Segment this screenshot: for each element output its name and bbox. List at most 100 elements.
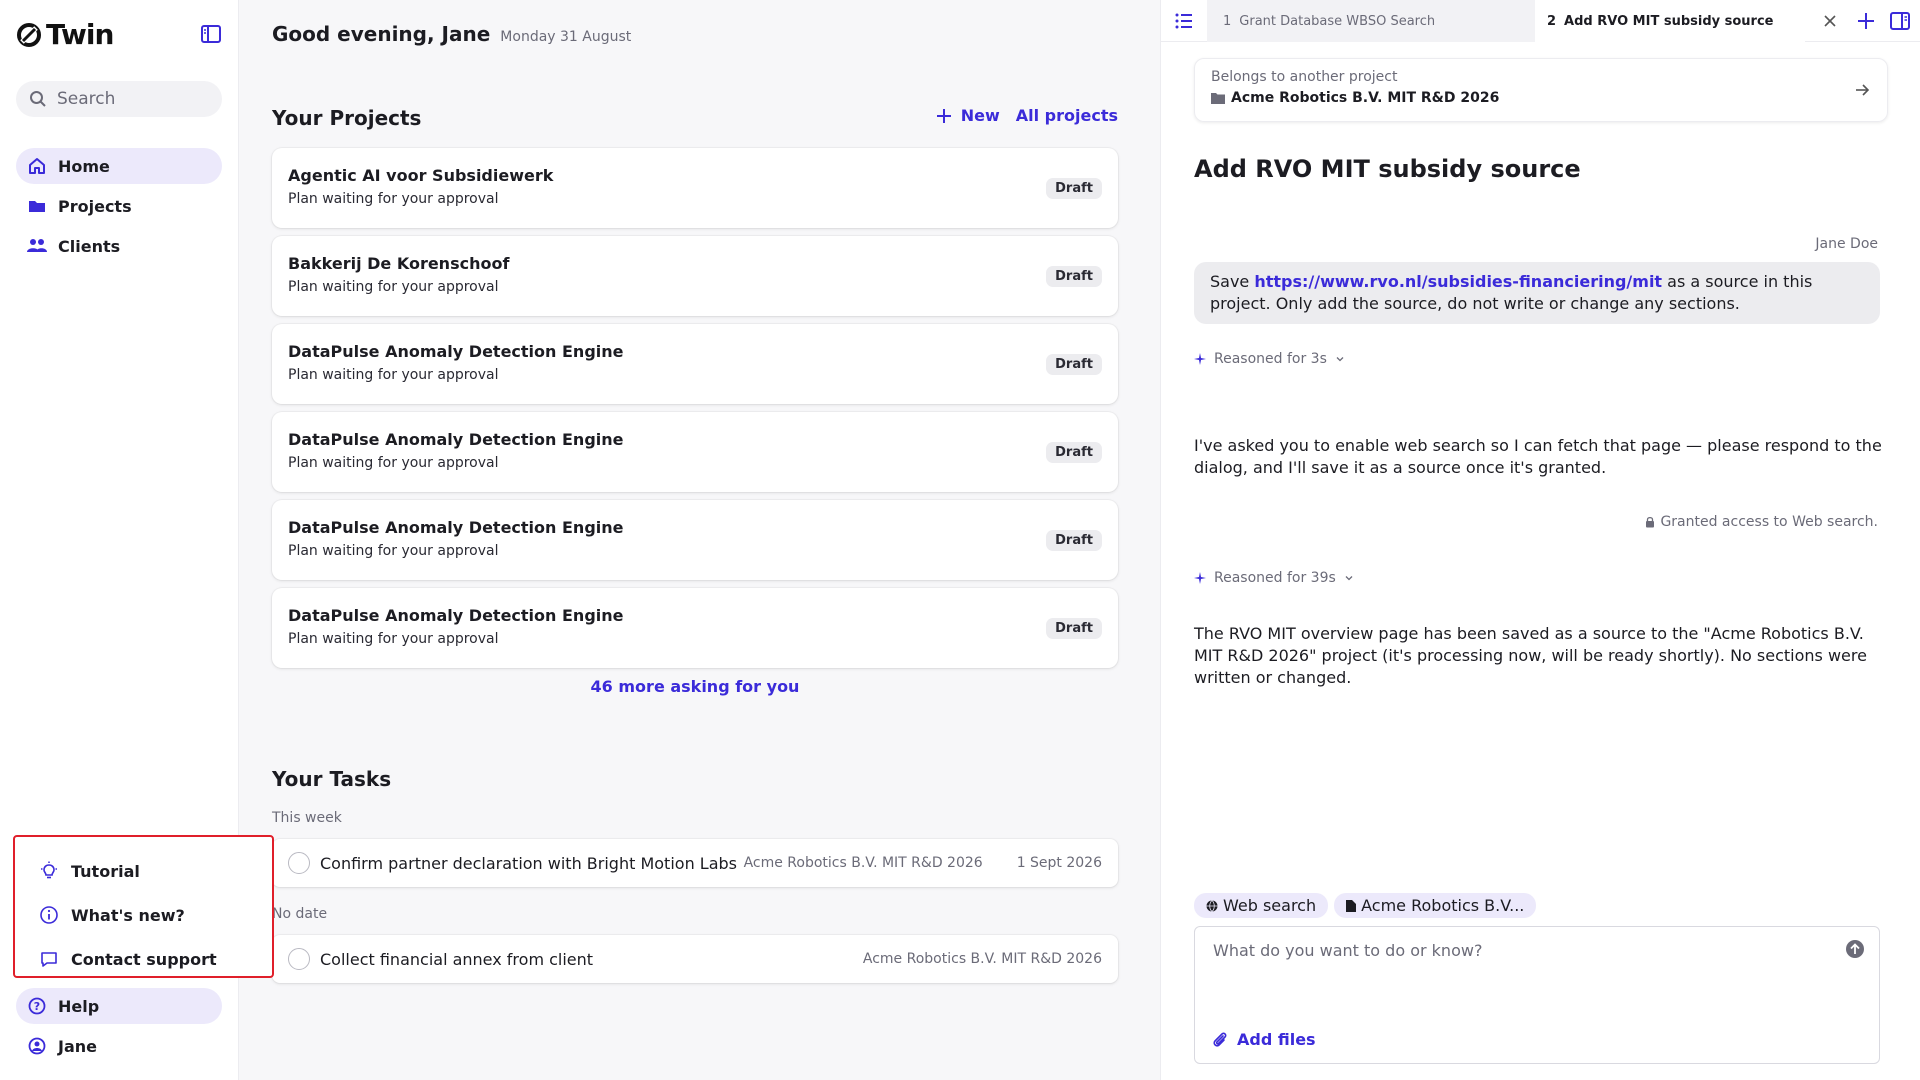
conversation-panel: 1 Grant Database WBSO Search 2 Add RVO M… bbox=[1160, 0, 1920, 1080]
task-row[interactable]: Collect financial annex from client Acme… bbox=[272, 935, 1118, 983]
chip-label: Web search bbox=[1223, 896, 1317, 915]
greeting-text: Good evening, Jane bbox=[272, 22, 491, 46]
more-projects-link[interactable]: 46 more asking for you bbox=[272, 677, 1118, 696]
status-badge: Draft bbox=[1046, 354, 1102, 375]
task-group-label: This week bbox=[272, 810, 342, 826]
nav-account-label: Jane bbox=[58, 1036, 97, 1056]
tab-grant-database[interactable]: 1 Grant Database WBSO Search bbox=[1207, 0, 1535, 42]
info-icon bbox=[39, 905, 59, 925]
nav-clients[interactable]: Clients bbox=[16, 228, 222, 264]
conversation-title: Add RVO MIT subsidy source bbox=[1194, 155, 1581, 183]
composer-placeholder: What do you want to do or know? bbox=[1213, 941, 1483, 960]
add-files-label: Add files bbox=[1237, 1030, 1316, 1049]
globe-icon bbox=[1206, 899, 1218, 912]
nav-account[interactable]: Jane bbox=[16, 1028, 222, 1064]
menu-item-tutorial[interactable]: Tutorial bbox=[15, 849, 272, 893]
user-icon bbox=[26, 1035, 48, 1057]
folder-icon bbox=[1211, 93, 1225, 104]
project-name: DataPulse Anomaly Detection Engine bbox=[288, 518, 624, 537]
task-checkbox[interactable] bbox=[288, 852, 310, 874]
project-link-card[interactable]: Belongs to another project Acme Robotics… bbox=[1194, 58, 1888, 122]
twin-logo-icon bbox=[17, 22, 41, 47]
projects-actions: New All projects bbox=[935, 106, 1118, 125]
search-input[interactable]: Search bbox=[16, 81, 222, 117]
nav-home-label: Home bbox=[58, 156, 110, 176]
task-title: Collect financial annex from client bbox=[320, 949, 594, 969]
task-checkbox[interactable] bbox=[288, 948, 310, 970]
task-title: Confirm partner declaration with Bright … bbox=[320, 853, 737, 873]
belongs-project: Acme Robotics B.V. MIT R&D 2026 bbox=[1231, 90, 1500, 106]
status-badge: Draft bbox=[1046, 618, 1102, 639]
list-icon[interactable] bbox=[1173, 10, 1195, 32]
tab-label: Add RVO MIT subsidy source bbox=[1564, 13, 1774, 29]
message-composer[interactable]: What do you want to do or know? Add file… bbox=[1194, 926, 1880, 1064]
project-subtitle: Plan waiting for your approval bbox=[288, 543, 499, 559]
chevron-down-icon bbox=[1336, 357, 1344, 362]
task-project: Acme Robotics B.V. MIT R&D 2026 bbox=[743, 855, 983, 871]
project-card[interactable]: DataPulse Anomaly Detection Engine Plan … bbox=[272, 588, 1118, 668]
svg-text:?: ? bbox=[34, 1000, 40, 1013]
chip-web-search[interactable]: Web search bbox=[1194, 893, 1329, 918]
nav-projects[interactable]: Projects bbox=[16, 188, 222, 224]
menu-item-whats-new-label: What's new? bbox=[71, 905, 185, 925]
project-name: DataPulse Anomaly Detection Engine bbox=[288, 342, 624, 361]
project-card[interactable]: DataPulse Anomaly Detection Engine Plan … bbox=[272, 500, 1118, 580]
split-view-icon[interactable] bbox=[1889, 10, 1911, 32]
folder-icon bbox=[26, 195, 48, 217]
plus-icon[interactable] bbox=[1855, 10, 1877, 32]
project-name: Agentic AI voor Subsidiewerk bbox=[288, 166, 554, 185]
add-files-button[interactable]: Add files bbox=[1211, 1030, 1316, 1049]
project-card[interactable]: DataPulse Anomaly Detection Engine Plan … bbox=[272, 412, 1118, 492]
status-badge: Draft bbox=[1046, 442, 1102, 463]
project-subtitle: Plan waiting for your approval bbox=[288, 191, 499, 207]
sidebar-toggle-icon[interactable] bbox=[200, 23, 222, 45]
greeting-date: Monday 31 August bbox=[500, 29, 632, 45]
plus-icon bbox=[936, 108, 951, 123]
logo[interactable]: Twin bbox=[16, 18, 114, 51]
nav-help[interactable]: ? Help bbox=[16, 988, 222, 1024]
project-card[interactable]: DataPulse Anomaly Detection Engine Plan … bbox=[272, 324, 1118, 404]
chip-project[interactable]: Acme Robotics B.V... bbox=[1334, 893, 1537, 918]
brand-name: Twin bbox=[46, 18, 114, 51]
permission-note: Granted access to Web search. bbox=[1644, 514, 1878, 530]
lightbulb-icon bbox=[39, 861, 59, 881]
main-content: Good evening, Jane Monday 31 August Your… bbox=[240, 0, 1160, 1080]
menu-item-contact-support[interactable]: Contact support bbox=[15, 937, 272, 981]
search-icon bbox=[30, 91, 46, 107]
document-icon bbox=[1346, 899, 1357, 912]
source-link[interactable]: https://www.rvo.nl/subsidies-financierin… bbox=[1254, 272, 1662, 291]
all-projects-link[interactable]: All projects bbox=[1016, 106, 1118, 125]
projects-heading: Your Projects bbox=[272, 106, 422, 130]
menu-item-whats-new[interactable]: What's new? bbox=[15, 893, 272, 937]
menu-item-tutorial-label: Tutorial bbox=[71, 861, 140, 881]
project-subtitle: Plan waiting for your approval bbox=[288, 631, 499, 647]
nav-help-label: Help bbox=[58, 996, 100, 1016]
context-chips: Web search Acme Robotics B.V... bbox=[1194, 893, 1537, 918]
home-icon bbox=[26, 155, 48, 177]
send-icon[interactable] bbox=[1845, 939, 1865, 959]
new-project-button[interactable]: New bbox=[935, 106, 1000, 125]
task-project: Acme Robotics B.V. MIT R&D 2026 bbox=[862, 951, 1102, 967]
sparkle-icon bbox=[1194, 353, 1206, 365]
project-card[interactable]: Agentic AI voor Subsidiewerk Plan waitin… bbox=[272, 148, 1118, 228]
reasoning-label: Reasoned for 39s bbox=[1214, 570, 1336, 586]
task-row[interactable]: Confirm partner declaration with Bright … bbox=[272, 839, 1118, 887]
project-card[interactable]: Bakkerij De Korenschoof Plan waiting for… bbox=[272, 236, 1118, 316]
tasks-heading: Your Tasks bbox=[272, 767, 392, 791]
project-subtitle: Plan waiting for your approval bbox=[288, 367, 499, 383]
project-list: Agentic AI voor Subsidiewerk Plan waitin… bbox=[272, 148, 1118, 676]
nav-clients-label: Clients bbox=[58, 236, 121, 256]
reasoning-toggle[interactable]: Reasoned for 39s bbox=[1194, 570, 1354, 586]
users-icon bbox=[26, 235, 48, 257]
nav-home[interactable]: Home bbox=[16, 148, 222, 184]
task-date: 1 Sept 2026 bbox=[1016, 855, 1102, 871]
tab-bar: 1 Grant Database WBSO Search 2 Add RVO M… bbox=[1161, 0, 1920, 42]
reasoning-toggle[interactable]: Reasoned for 3s bbox=[1194, 351, 1345, 367]
help-menu-popup: Tutorial What's new? Contact support bbox=[13, 835, 274, 978]
sparkle-icon bbox=[1194, 572, 1206, 584]
tab-number: 2 bbox=[1547, 13, 1557, 29]
close-icon[interactable] bbox=[1821, 12, 1839, 30]
status-badge: Draft bbox=[1046, 530, 1102, 551]
tab-add-rvo[interactable]: 2 Add RVO MIT subsidy source bbox=[1535, 0, 1805, 42]
nav-projects-label: Projects bbox=[58, 196, 132, 216]
